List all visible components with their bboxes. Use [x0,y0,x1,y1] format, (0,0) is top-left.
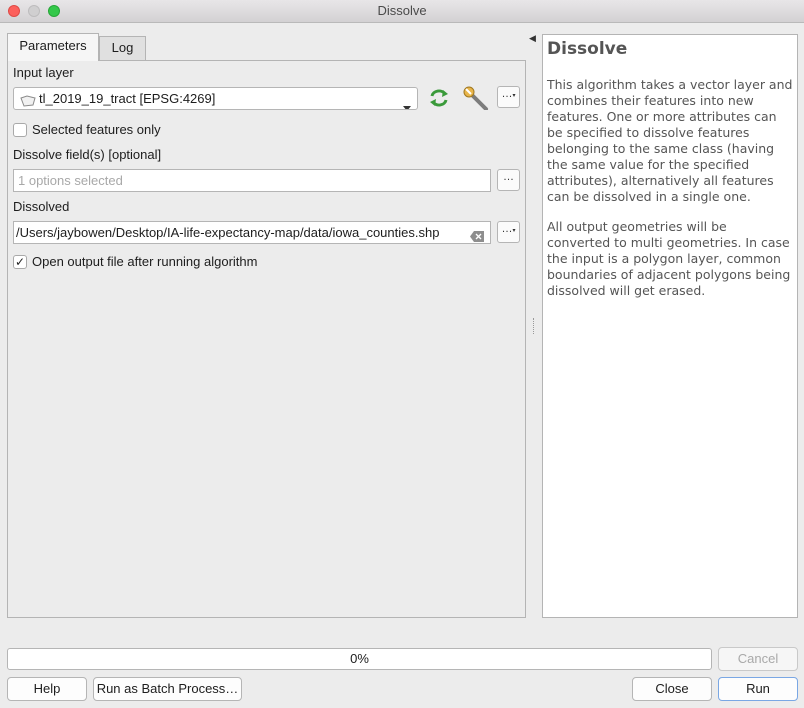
chevron-down-icon: ▾ [512,228,516,234]
dissolve-fields-input[interactable]: 1 options selected [13,169,491,192]
checkmark-icon: ✓ [14,255,26,269]
selected-features-label: Selected features only [32,122,161,137]
input-layer-label: Input layer [13,65,74,80]
run-button-label: Run [746,681,770,696]
title-bar: Dissolve [0,0,804,23]
close-button[interactable]: Close [632,677,712,701]
run-button[interactable]: Run [718,677,798,701]
dissolved-options-button[interactable]: …▾ [497,221,520,243]
parameters-panel [7,60,526,618]
wrench-icon[interactable] [463,86,489,113]
dissolved-output-path[interactable]: /Users/jaybowen/Desktop/IA-life-expectan… [13,221,491,244]
tab-log[interactable]: Log [99,36,146,60]
cancel-button[interactable]: Cancel [718,647,798,671]
dissolved-label: Dissolved [13,199,70,214]
window-zoom-button[interactable] [48,5,60,17]
clear-icon[interactable] [470,227,484,243]
close-button-label: Close [655,681,689,696]
help-title: Dissolve [547,39,628,59]
window-title: Dissolve [377,3,427,18]
open-output-label: Open output file after running algorithm [32,254,258,269]
cancel-button-label: Cancel [737,651,779,666]
dissolve-fields-placeholder: 1 options selected [18,173,123,188]
window-minimize-button[interactable] [28,5,40,17]
open-output-checkbox[interactable]: ✓ [13,255,27,269]
ellipsis-icon: … [503,171,514,183]
help-button-label: Help [33,681,61,696]
input-layer-options-button[interactable]: …▾ [497,86,520,108]
polygon-layer-icon [20,92,36,109]
dissolve-fields-label: Dissolve field(s) [optional] [13,147,162,162]
progress-label: 0% [350,651,369,666]
tab-parameters[interactable]: Parameters [7,33,99,61]
help-button[interactable]: Help [7,677,87,701]
run-batch-button-label: Run as Batch Process… [96,681,239,696]
ellipsis-icon: … [501,223,513,235]
input-layer-value: tl_2019_19_tract [EPSG:4269] [39,91,216,106]
input-layer-combo[interactable]: tl_2019_19_tract [EPSG:4269] [13,87,418,110]
help-paragraph: All output geometries will be converted … [547,219,791,298]
help-paragraph: This algorithm takes a vector layer and … [547,77,793,204]
chevron-down-icon: ▾ [512,93,516,99]
tab-parameters-label: Parameters [19,38,87,53]
progress-bar: 0% [7,648,712,670]
splitter-handle[interactable] [533,318,536,334]
dissolve-fields-options-button[interactable]: … [497,169,520,191]
chevron-down-icon [403,96,411,109]
ellipsis-icon: … [501,88,513,100]
collapse-arrow-icon[interactable]: ◀ [529,33,536,44]
tab-log-label: Log [111,40,134,55]
help-pane: Dissolve This algorithm takes a vector l… [542,34,798,618]
run-batch-button[interactable]: Run as Batch Process… [93,677,242,701]
window-close-button[interactable] [8,5,20,17]
iterate-icon[interactable] [427,87,451,112]
selected-features-checkbox[interactable] [13,123,27,137]
dissolved-output-value: /Users/jaybowen/Desktop/IA-life-expectan… [16,225,440,240]
